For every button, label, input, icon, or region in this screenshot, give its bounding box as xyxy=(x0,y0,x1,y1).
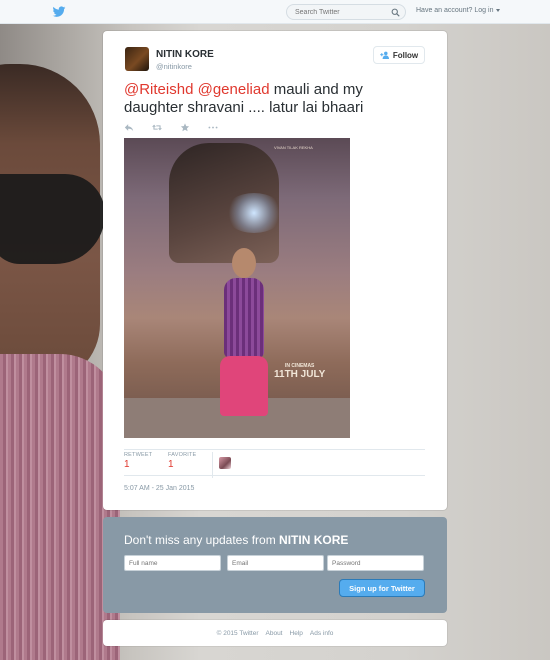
retweet-icon[interactable] xyxy=(152,123,162,132)
caret-down-icon[interactable] xyxy=(496,8,501,12)
tweet-actions xyxy=(124,121,236,133)
mention-riteishd[interactable]: @Riteishd xyxy=(124,81,193,98)
signup-headline: Don't miss any updates from NITIN KORE xyxy=(124,533,348,547)
favorite-star-icon[interactable] xyxy=(180,122,190,132)
signup-name: NITIN KORE xyxy=(279,533,349,547)
more-icon[interactable] xyxy=(208,123,218,132)
more-action[interactable] xyxy=(208,121,236,133)
poster-credit: VIVAN TILAK REKHA xyxy=(274,145,313,150)
follow-label: Follow xyxy=(392,50,419,60)
login-area: Have an account? Log in xyxy=(416,7,501,14)
user-name[interactable]: NITIN KORE xyxy=(156,49,214,60)
search-box[interactable] xyxy=(286,4,406,20)
retweet-label: RETWEET xyxy=(124,452,153,458)
tweet-card: NITIN KORE @nitinkore Follow @Riteishd @… xyxy=(103,31,447,510)
retweet-action[interactable] xyxy=(152,121,180,133)
top-bar: Have an account? Log in xyxy=(0,0,550,24)
favorite-count: 1 xyxy=(168,459,174,470)
full-name-field[interactable] xyxy=(124,555,221,571)
footer-ads-info-link[interactable]: Ads info xyxy=(310,630,334,637)
signup-button[interactable]: Sign up for Twitter xyxy=(339,579,425,597)
twitter-bird-icon[interactable] xyxy=(52,5,66,19)
divider xyxy=(124,475,425,476)
tweet-text: @Riteishd @geneliad mauli and my daughte… xyxy=(124,81,424,117)
footer-copyright: © 2015 Twitter xyxy=(216,629,259,637)
user-handle[interactable]: @nitinkore xyxy=(156,62,192,71)
footer-about-link[interactable]: About xyxy=(266,630,283,637)
poster-release-text: IN CINEMAS 11TH JULY xyxy=(274,363,325,380)
favorite-label: FAVORITE xyxy=(168,452,197,458)
footer: © 2015 Twitter About Help Ads info xyxy=(103,620,447,646)
signup-prefix: Don't miss any updates from xyxy=(124,533,280,547)
avatar[interactable] xyxy=(125,47,149,71)
divider xyxy=(124,449,425,450)
login-prompt: Have an account? xyxy=(416,7,473,14)
footer-help-link[interactable]: Help xyxy=(290,630,303,637)
tweet-photo[interactable]: VIVAN TILAK REKHA IN CINEMAS 11TH JULY xyxy=(124,138,350,438)
favoriter-avatar[interactable] xyxy=(219,457,231,469)
retweet-count: 1 xyxy=(124,459,130,470)
tweet-timestamp[interactable]: 5:07 AM - 25 Jan 2015 xyxy=(124,485,194,492)
search-input[interactable] xyxy=(295,5,385,19)
reply-icon[interactable] xyxy=(124,123,134,132)
follow-person-icon xyxy=(380,51,389,59)
password-field[interactable] xyxy=(327,555,424,571)
search-icon[interactable] xyxy=(391,8,400,17)
poster-release-date: 11TH JULY xyxy=(274,369,326,380)
signup-panel: Don't miss any updates from NITIN KORE S… xyxy=(103,517,447,613)
login-link[interactable]: Log in xyxy=(474,7,493,14)
reply-action[interactable] xyxy=(124,121,152,133)
follow-button[interactable]: Follow xyxy=(373,46,425,64)
mention-geneliad[interactable]: @geneliad xyxy=(198,81,270,98)
email-field[interactable] xyxy=(227,555,324,571)
favorite-action[interactable] xyxy=(180,121,208,133)
